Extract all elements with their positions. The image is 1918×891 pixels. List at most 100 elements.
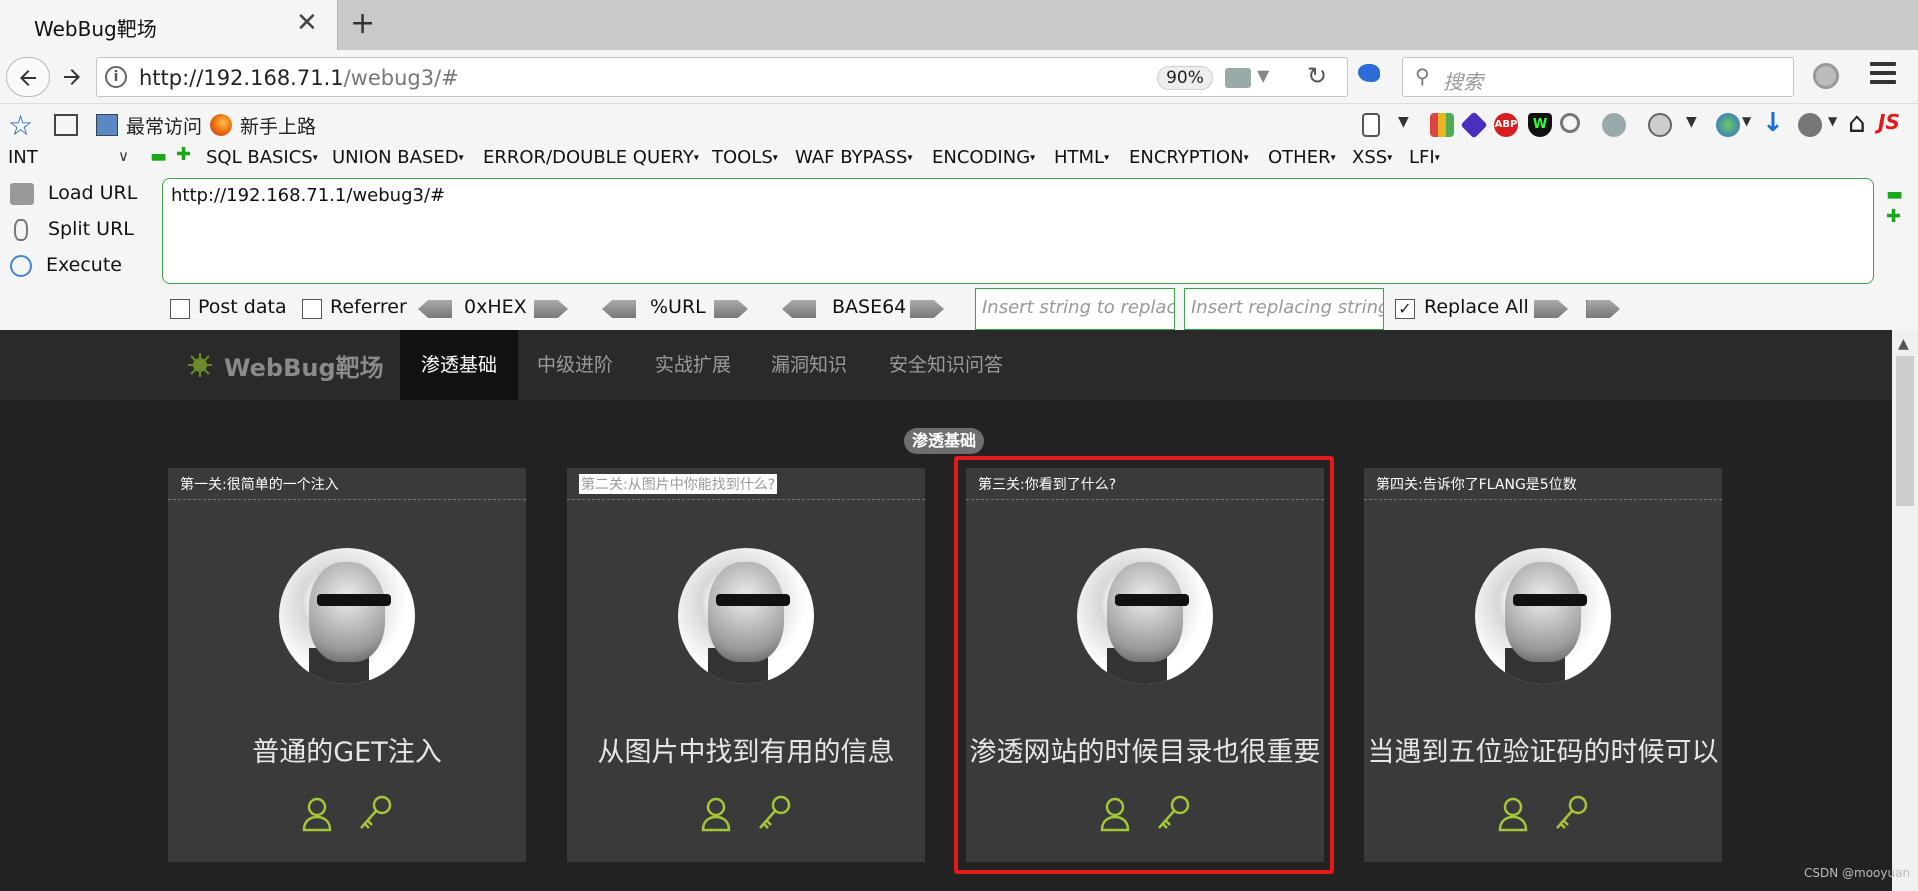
chevron-down-icon[interactable]: ∨ xyxy=(118,147,129,165)
replace-string-input[interactable]: Insert string to replace xyxy=(975,288,1175,330)
dropdown-icon[interactable]: ▼ xyxy=(1828,114,1837,128)
menu-error-double-query[interactable]: ERROR/DOUBLE QUERY▾ xyxy=(483,147,699,168)
folder-search-icon[interactable] xyxy=(96,114,118,136)
url-decode-arrow-icon[interactable] xyxy=(602,300,636,318)
nav-item-basics[interactable]: 渗透基础 xyxy=(400,330,518,400)
level-card[interactable]: 第一关:很简单的一个注入 普通的GET注入 xyxy=(168,468,526,862)
card-caption[interactable]: 当遇到五位验证码的时候可以 xyxy=(1364,730,1722,769)
menu-tools[interactable]: TOOLS▾ xyxy=(712,147,778,168)
menu-encoding[interactable]: ENCODING▾ xyxy=(932,147,1035,168)
card-caption[interactable]: 普通的GET注入 xyxy=(168,730,526,769)
url-dropdown-icon[interactable]: ▼ xyxy=(1257,66,1269,85)
load-url-button[interactable]: Load URL xyxy=(10,182,137,205)
layers-extension-icon[interactable] xyxy=(1460,111,1488,139)
bookmark-getting-started[interactable]: 新手上路 xyxy=(240,112,316,139)
address-bar[interactable]: i http://192.168.71.1/webug3/# 90% ▼ ↻ xyxy=(96,57,1348,97)
menu-label: SQL BASICS xyxy=(206,147,313,168)
hex-label: 0xHEX xyxy=(464,296,527,318)
menu-encryption[interactable]: ENCRYPTION▾ xyxy=(1129,147,1249,168)
bookmarks-toolbar: ☆ 最常访问 新手上路 ▼ ABP W ▼ ▼ ↓ ▼ ⌂ JS xyxy=(0,104,1918,144)
url-encode-arrow-icon[interactable] xyxy=(714,300,748,318)
dropdown-icon[interactable]: ▼ xyxy=(1686,114,1697,130)
user-icon[interactable] xyxy=(1497,796,1529,832)
card-title: 第四关:告诉你了FLANG是5位数 xyxy=(1376,477,1577,493)
hamburger-menu-icon[interactable] xyxy=(1870,62,1896,88)
menu-waf-bypass[interactable]: WAF BYPASS▾ xyxy=(795,147,912,168)
scroll-up-icon[interactable]: ▲ xyxy=(1898,336,1909,352)
menu-sql-basics[interactable]: SQL BASICS▾ xyxy=(206,147,318,168)
library-icon[interactable] xyxy=(54,114,78,136)
replace-all-arrow-icon[interactable] xyxy=(1586,300,1620,318)
user-icon[interactable] xyxy=(301,796,333,832)
hex-decode-arrow-icon[interactable] xyxy=(418,300,452,318)
new-tab-button[interactable]: + xyxy=(350,6,375,41)
url-textarea[interactable]: http://192.168.71.1/webug3/# xyxy=(162,178,1874,284)
zoom-level-badge[interactable]: 90% xyxy=(1157,66,1213,90)
palette-icon[interactable] xyxy=(1648,113,1672,137)
nav-item-vuln-knowledge[interactable]: 漏洞知识 xyxy=(762,330,856,400)
card-caption[interactable]: 从图片中找到有用的信息 xyxy=(567,730,925,769)
plus-icon[interactable]: ✚ xyxy=(1886,206,1901,227)
key-icon[interactable] xyxy=(756,794,792,832)
helmet-icon[interactable] xyxy=(1602,113,1626,137)
replace-all-checkbox[interactable]: ✓ xyxy=(1395,299,1415,319)
scrollbar-thumb[interactable] xyxy=(1896,356,1914,506)
address-url: http://192.168.71.1/webug3/# xyxy=(139,66,459,90)
download-icon[interactable]: ↓ xyxy=(1762,108,1784,138)
hex-encode-arrow-icon[interactable] xyxy=(534,300,568,318)
menu-union-based[interactable]: UNION BASED▾ xyxy=(332,147,464,168)
browser-tab[interactable]: WebBug靶场 ✕ xyxy=(0,0,338,50)
server-icon[interactable] xyxy=(1225,68,1251,88)
javascript-icon[interactable]: JS xyxy=(1878,110,1900,134)
nav-item-intermediate[interactable]: 中级进阶 xyxy=(528,330,622,400)
globe-icon[interactable] xyxy=(1716,113,1740,137)
split-url-button[interactable]: Split URL xyxy=(10,218,134,241)
menu-lfi[interactable]: LFI▾ xyxy=(1409,147,1440,168)
key-icon[interactable] xyxy=(357,794,393,832)
replace-arrow-icon[interactable] xyxy=(1534,300,1568,318)
nav-item-security-qa[interactable]: 安全知识问答 xyxy=(880,330,1012,400)
load-url-label: Load URL xyxy=(48,182,138,204)
level-card[interactable]: 第二关:从图片中你能找到什么? 从图片中找到有用的信息 xyxy=(567,468,925,862)
menu-label: ENCRYPTION xyxy=(1129,147,1244,168)
level-card[interactable]: 第四关:告诉你了FLANG是5位数 当遇到五位验证码的时候可以 xyxy=(1364,468,1722,862)
menu-other[interactable]: OTHER▾ xyxy=(1268,147,1336,168)
page-action-icon[interactable] xyxy=(1362,113,1380,137)
site-logo[interactable]: WebBug靶场 xyxy=(224,348,384,383)
menu-xss[interactable]: XSS▾ xyxy=(1352,147,1392,168)
replacing-string-input[interactable]: Insert replacing string xyxy=(1184,288,1384,330)
key-icon[interactable] xyxy=(1553,794,1589,832)
vertical-scrollbar[interactable]: ▲ xyxy=(1892,330,1918,891)
bird-extension-icon[interactable] xyxy=(1358,64,1380,82)
referrer-checkbox[interactable] xyxy=(302,299,322,319)
gear-icon[interactable] xyxy=(1813,63,1839,89)
user-icon[interactable] xyxy=(700,796,732,832)
reload-icon[interactable]: ↻ xyxy=(1307,62,1327,90)
home-icon[interactable]: ⌂ xyxy=(1848,106,1866,139)
colorful-extension-icon[interactable] xyxy=(1430,113,1454,137)
execute-button[interactable]: Execute xyxy=(10,254,122,277)
search-bar[interactable]: ⚲ 搜索 xyxy=(1402,57,1794,97)
minus-icon[interactable]: ▬ xyxy=(150,146,167,167)
nav-item-practice[interactable]: 实战扩展 xyxy=(646,330,740,400)
forward-button[interactable] xyxy=(52,57,92,97)
back-button[interactable] xyxy=(6,57,50,97)
star-icon[interactable]: ☆ xyxy=(8,109,33,142)
minus-icon[interactable]: ▬ xyxy=(1886,184,1903,205)
info-icon[interactable]: i xyxy=(105,66,127,88)
bookmark-most-visited[interactable]: 最常访问 xyxy=(126,112,202,139)
webpage: WebBug靶场 渗透基础 中级进阶 实战扩展 漏洞知识 安全知识问答 渗透基础… xyxy=(0,330,1892,891)
back-arrow-icon xyxy=(20,70,36,86)
dropdown-icon[interactable]: ▼ xyxy=(1398,114,1409,130)
magnifier-icon[interactable] xyxy=(1560,113,1580,133)
profile-icon[interactable] xyxy=(1798,113,1822,137)
close-tab-icon[interactable]: ✕ xyxy=(296,8,318,38)
plus-icon[interactable]: ✚ xyxy=(176,144,191,165)
base64-encode-arrow-icon[interactable] xyxy=(910,300,944,318)
shield-extension-icon[interactable]: W xyxy=(1528,113,1552,137)
post-data-checkbox[interactable] xyxy=(170,299,190,319)
dropdown-icon[interactable]: ▼ xyxy=(1742,114,1751,128)
adblock-icon[interactable]: ABP xyxy=(1494,113,1518,137)
menu-html[interactable]: HTML▾ xyxy=(1054,147,1109,168)
base64-decode-arrow-icon[interactable] xyxy=(782,300,816,318)
